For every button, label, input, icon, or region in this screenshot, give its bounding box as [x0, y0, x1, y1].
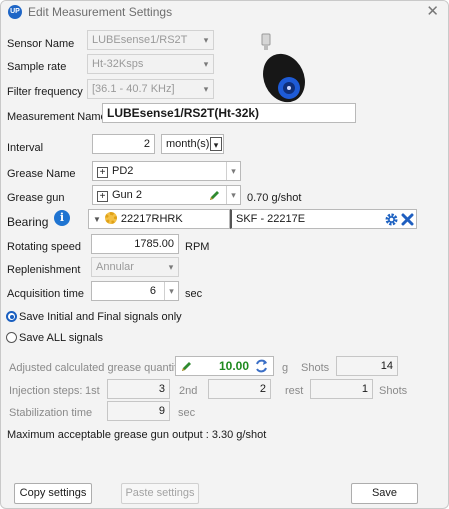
- pencil-icon[interactable]: [208, 189, 221, 202]
- injection-rest-label: rest: [285, 385, 304, 397]
- sensor-name-label: Sensor Name: [7, 38, 75, 50]
- acquisition-time-select[interactable]: 6 ▾: [91, 281, 179, 301]
- app-logo-icon: UP: [8, 5, 22, 19]
- refresh-icon[interactable]: [254, 359, 269, 373]
- save-initial-final-radio[interactable]: [6, 311, 17, 322]
- rotating-speed-label: Rotating speed: [7, 241, 81, 253]
- save-initial-final-label[interactable]: Save Initial and Final signals only: [19, 311, 182, 323]
- clear-x-icon[interactable]: [401, 213, 414, 226]
- save-button[interactable]: Save: [351, 483, 418, 504]
- injection-first-label: 1st: [85, 385, 100, 397]
- chevron-down-icon: ▾: [164, 282, 178, 300]
- info-icon[interactable]: i: [54, 210, 70, 226]
- injection-second-value: 2: [208, 379, 271, 399]
- injection-second-label: 2nd: [179, 385, 198, 397]
- grease-gun-output: 0.70 g/shot: [247, 192, 302, 204]
- rotating-speed-unit: RPM: [185, 241, 210, 253]
- injection-rest-value: 1: [310, 379, 373, 399]
- adjusted-quantity-value: 10.00: [218, 359, 249, 373]
- shots-value: 14: [336, 356, 398, 376]
- acquisition-time-value: 6: [149, 285, 156, 297]
- sensor-name-select[interactable]: LUBEsense1/RS2T ▾: [87, 30, 214, 50]
- chevron-down-icon: ▾: [203, 59, 209, 69]
- measurement-name-label: Measurement Name: [7, 111, 107, 123]
- measurement-name-input[interactable]: LUBEsense1/RS2T(Ht-32k): [102, 103, 356, 123]
- sample-rate-label: Sample rate: [7, 61, 67, 73]
- stabilization-time-value: 9: [107, 401, 170, 421]
- chevron-down-icon: ▾: [203, 84, 209, 94]
- replenishment-value: Annular: [96, 261, 134, 273]
- save-all-label[interactable]: Save ALL signals: [19, 332, 103, 344]
- interval-input[interactable]: 2: [92, 134, 155, 154]
- grease-name-select[interactable]: + PD2 ▾: [92, 161, 241, 181]
- adjusted-quantity-label: Adjusted calculated grease quantity: [9, 362, 183, 374]
- adjusted-quantity-field[interactable]: 10.00: [175, 356, 274, 376]
- bearing-label: Bearing: [7, 215, 49, 229]
- acquisition-time-label: Acquisition time: [7, 288, 85, 300]
- filter-frequency-label: Filter frequency: [7, 86, 83, 98]
- window-title: Edit Measurement Settings: [28, 5, 173, 19]
- chevron-down-icon: ▾: [168, 262, 174, 272]
- stabilization-time-unit: sec: [178, 407, 196, 419]
- pencil-icon[interactable]: [180, 360, 193, 373]
- replenishment-select[interactable]: Annular ▾: [91, 257, 179, 277]
- filter-frequency-select[interactable]: [36.1 - 40.7 KHz] ▾: [87, 79, 214, 99]
- chevron-down-icon: ▾: [226, 186, 240, 204]
- interval-unit-value: month(s): [166, 138, 210, 150]
- bearing-code: 22217RHRK: [120, 213, 183, 225]
- add-icon[interactable]: +: [97, 167, 108, 178]
- adjusted-quantity-unit: g: [282, 362, 289, 374]
- save-all-radio[interactable]: [6, 332, 17, 343]
- sample-rate-value: Ht-32Ksps: [92, 58, 144, 70]
- bearing-description-text: SKF - 22217E: [236, 213, 306, 225]
- max-output-text: Maximum acceptable grease gun output : 3…: [7, 429, 267, 441]
- title-bar: UP Edit Measurement Settings ✕: [1, 1, 448, 23]
- grease-name-value: PD2: [112, 165, 134, 177]
- bearing-description: SKF - 22217E: [230, 209, 417, 229]
- grease-gun-select[interactable]: + Gun 2 ▾: [92, 185, 241, 205]
- grease-gun-value: Gun 2: [112, 189, 142, 201]
- filter-frequency-value: [36.1 - 40.7 KHz]: [92, 83, 175, 95]
- chevron-down-icon: ▾: [203, 35, 209, 45]
- chevron-down-icon: ▾: [226, 162, 240, 180]
- edit-measurement-settings-window: UP Edit Measurement Settings ✕ Sensor Na…: [0, 0, 449, 509]
- chevron-down-icon: ▾: [210, 137, 222, 151]
- copy-settings-button[interactable]: Copy settings: [14, 483, 92, 504]
- sample-rate-select[interactable]: Ht-32Ksps ▾: [87, 54, 214, 74]
- add-icon[interactable]: +: [97, 191, 108, 202]
- bearing-gear-icon: [104, 212, 117, 224]
- grease-gun-label: Grease gun: [7, 192, 65, 204]
- caret-down-icon: ▼: [93, 215, 101, 224]
- bearing-select[interactable]: ▼ 22217RHRK: [88, 209, 230, 229]
- interval-unit-select[interactable]: month(s) ▾: [161, 134, 224, 154]
- paste-settings-button[interactable]: Paste settings: [121, 483, 199, 504]
- settings-gear-icon[interactable]: [385, 213, 398, 226]
- injection-steps-label: Injection steps:: [9, 385, 83, 397]
- interval-label: Interval: [7, 142, 44, 154]
- shots-label: Shots: [301, 362, 330, 374]
- injection-shots-label: Shots: [379, 385, 408, 397]
- sensor-name-value: LUBEsense1/RS2T: [92, 34, 188, 46]
- stabilization-time-label: Stabilization time: [9, 407, 93, 419]
- sensor-device-image: [261, 33, 305, 103]
- grease-name-label: Grease Name: [7, 168, 76, 180]
- rotating-speed-input[interactable]: 1785.00: [91, 234, 179, 254]
- replenishment-label: Replenishment: [7, 264, 81, 276]
- acquisition-time-unit: sec: [185, 288, 203, 300]
- close-icon[interactable]: ✕: [426, 2, 439, 20]
- injection-first-value: 3: [107, 379, 170, 399]
